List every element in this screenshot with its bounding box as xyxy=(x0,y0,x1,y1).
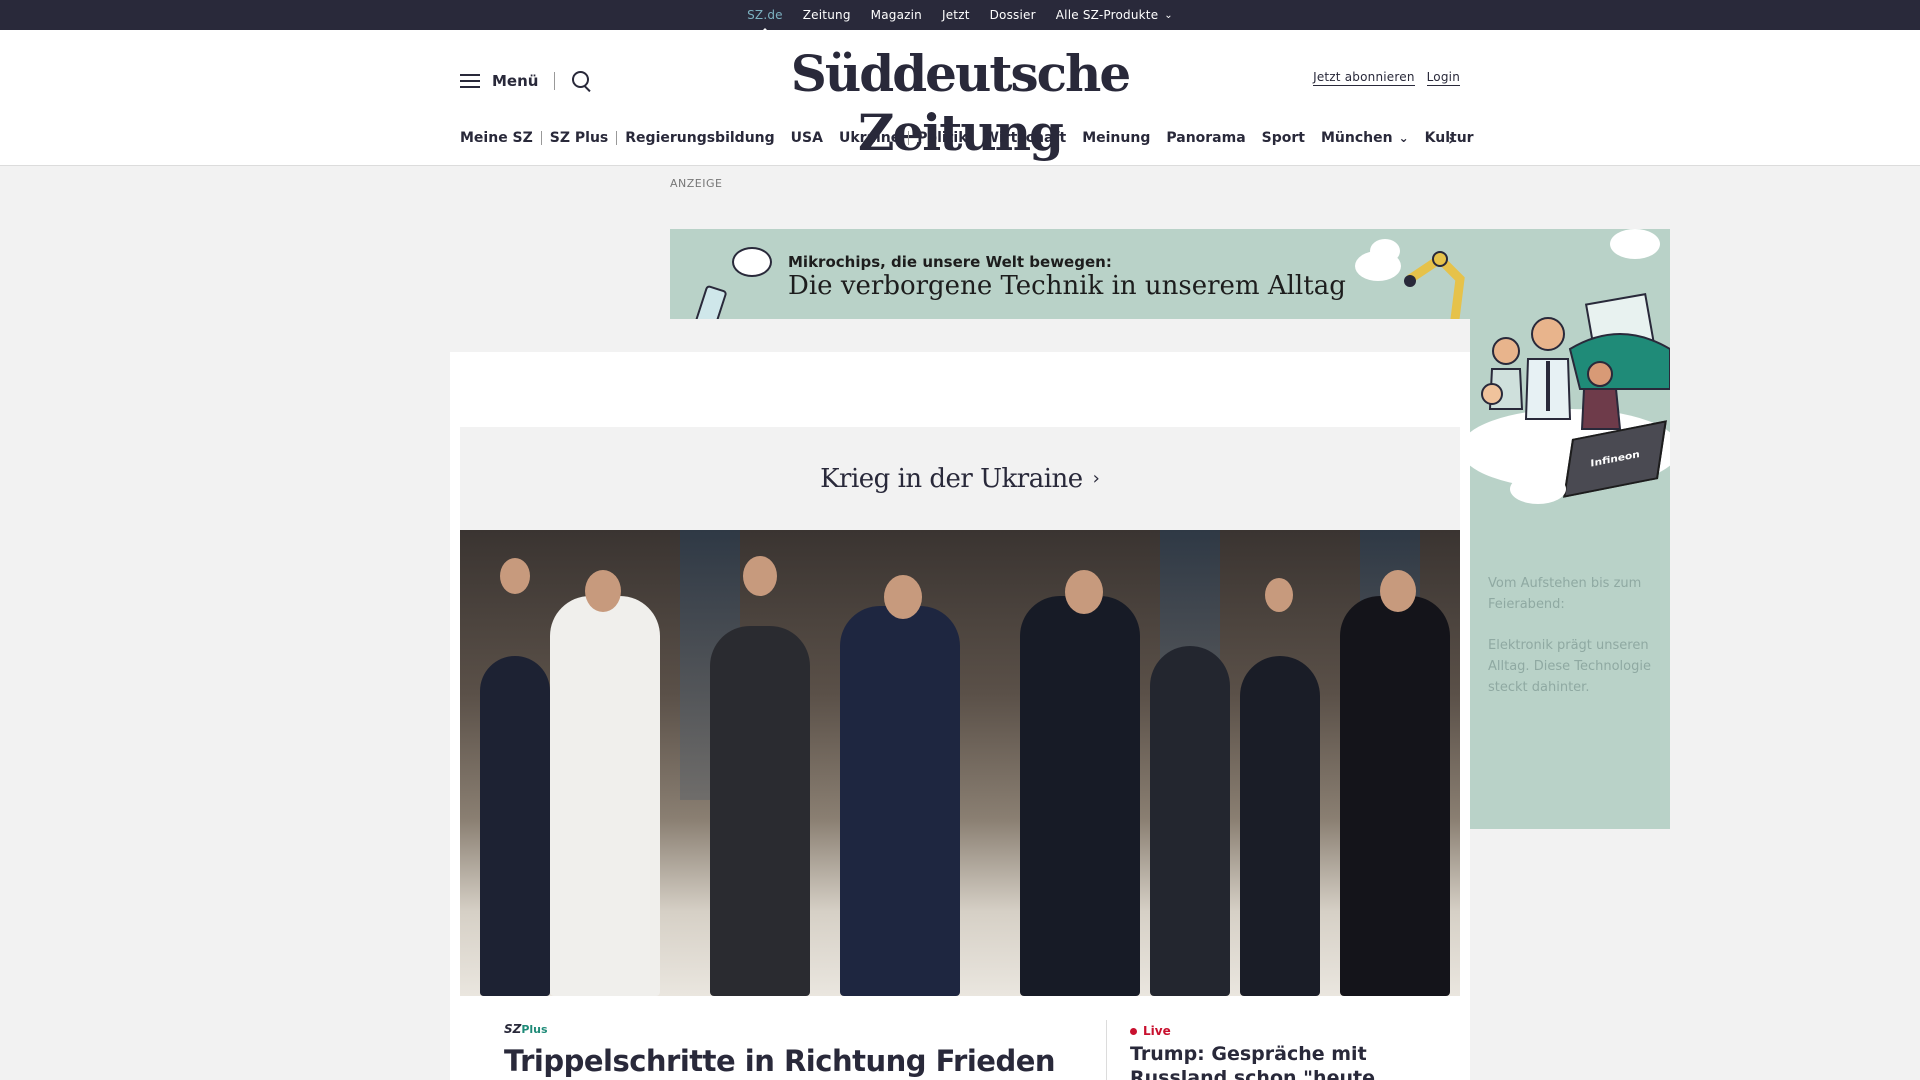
lead-story-image[interactable] xyxy=(460,530,1460,996)
service-link-szde[interactable]: SZ.de xyxy=(747,8,783,34)
image-detail xyxy=(1240,656,1320,996)
lead-story-card[interactable]: SZPlus Trippelschritte in Richtung Fried… xyxy=(480,996,1440,1080)
ad-kicker: Mikrochips, die unsere Welt bewegen: xyxy=(788,253,1112,271)
service-link-all-products[interactable]: Alle SZ-Produkte ⌄ xyxy=(1056,8,1173,22)
cloud-icon xyxy=(1610,229,1660,259)
site-header: Menü Süddeutsche Zeitung Jetzt abonniere… xyxy=(0,30,1920,166)
image-detail xyxy=(1065,570,1103,614)
header-left-tools: Menü xyxy=(460,70,593,92)
image-detail xyxy=(500,558,530,594)
cloud-icon xyxy=(1370,239,1400,263)
ad-label: ANZEIGE xyxy=(670,177,723,190)
image-detail xyxy=(1150,646,1230,996)
image-detail xyxy=(743,556,777,596)
image-detail xyxy=(1380,570,1416,612)
lead-story-headline[interactable]: Trippelschritte in Richtung Frieden xyxy=(504,1044,1056,1078)
live-story-headline[interactable]: Trump: Gespräche mit Russland schon "heu… xyxy=(1130,1042,1420,1080)
service-link-dossier[interactable]: Dossier xyxy=(990,8,1036,22)
cloud-icon xyxy=(1510,474,1566,504)
chevron-down-icon: ⌄ xyxy=(1398,131,1409,145)
sz-plus-badge: SZPlus xyxy=(504,1022,548,1036)
live-label: Live xyxy=(1143,1024,1171,1038)
service-bar: SZ.de Zeitung Magazin Jetzt Dossier Alle… xyxy=(0,0,1920,34)
image-detail xyxy=(480,656,550,996)
chip-brand-text: Infineon xyxy=(1589,449,1641,469)
ad-sky-text-2: Elektronik prägt unseren Alltag. Diese T… xyxy=(1488,638,1651,695)
divider xyxy=(1106,1020,1107,1080)
nav-item-meine-sz[interactable]: Meine SZ xyxy=(460,130,541,146)
nav-item-regierungsbildung[interactable]: Regierungsbildung xyxy=(617,130,782,146)
ad-banner[interactable]: Mikrochips, die unsere Welt bewegen: Die… xyxy=(670,229,1470,319)
all-products-label: Alle SZ-Produkte xyxy=(1055,8,1159,22)
ad-title: Die verborgene Technik in unserem Alltag xyxy=(788,271,1346,301)
nav-item-sport[interactable]: Sport xyxy=(1254,130,1313,146)
image-detail xyxy=(884,575,922,619)
chevron-right-icon: › xyxy=(1092,468,1100,489)
usb-stick-icon xyxy=(694,284,728,319)
nav-item-wirtschaft[interactable]: Wirtschaft xyxy=(976,130,1075,146)
image-detail xyxy=(1020,596,1140,996)
search-icon[interactable] xyxy=(571,70,593,92)
image-detail xyxy=(840,606,960,996)
robot-arm-icon xyxy=(1404,251,1465,319)
nav-item-politik[interactable]: Politik xyxy=(909,130,975,146)
nav-item-muenchen[interactable]: München ⌄ xyxy=(1313,130,1417,146)
hamburger-menu-icon[interactable] xyxy=(460,74,480,88)
menu-button[interactable]: Menü xyxy=(492,72,538,90)
service-link-zeitung[interactable]: Zeitung xyxy=(803,8,851,22)
service-link-magazin[interactable]: Magazin xyxy=(871,8,922,22)
nav-item-usa[interactable]: USA xyxy=(783,130,831,146)
nav-item-meinung[interactable]: Meinung xyxy=(1074,130,1158,146)
service-link-jetzt[interactable]: Jetzt xyxy=(942,8,970,22)
image-detail xyxy=(1340,596,1450,996)
badge-sz-text: SZ xyxy=(504,1022,522,1036)
dossier-header[interactable]: Krieg in der Ukraine › xyxy=(460,427,1460,530)
login-link[interactable]: Login xyxy=(1426,70,1460,86)
main-navigation: Meine SZ SZ Plus Regierungsbildung USA U… xyxy=(460,130,1482,146)
image-detail xyxy=(550,596,660,996)
header-account-links: Jetzt abonnieren Login xyxy=(1313,70,1460,86)
ad-sky-text-1: Vom Aufstehen bis zum Feierabend: xyxy=(1488,576,1642,612)
nav-scroll-right-icon[interactable]: › xyxy=(1448,130,1455,149)
ad-skyscraper[interactable]: Infineon Vom Aufstehen bis zum Feieraben… xyxy=(1470,229,1670,829)
chevron-down-icon: ⌄ xyxy=(1164,9,1173,21)
live-badge: Live xyxy=(1130,1024,1171,1038)
subscribe-link[interactable]: Jetzt abonnieren xyxy=(1313,70,1415,86)
nav-item-muenchen-label: München xyxy=(1321,130,1393,146)
speech-bubble-icon xyxy=(732,247,772,277)
image-detail xyxy=(710,626,810,996)
nav-item-panorama[interactable]: Panorama xyxy=(1158,130,1253,146)
badge-plus-text: Plus xyxy=(521,1023,548,1036)
nav-item-sz-plus[interactable]: SZ Plus xyxy=(542,130,616,146)
nav-item-ukraine[interactable]: Ukraine xyxy=(831,130,908,146)
divider xyxy=(554,72,556,90)
live-dot-icon xyxy=(1130,1027,1137,1035)
dossier-title[interactable]: Krieg in der Ukraine xyxy=(820,464,1083,494)
image-detail xyxy=(585,570,621,612)
image-detail xyxy=(1265,578,1293,612)
